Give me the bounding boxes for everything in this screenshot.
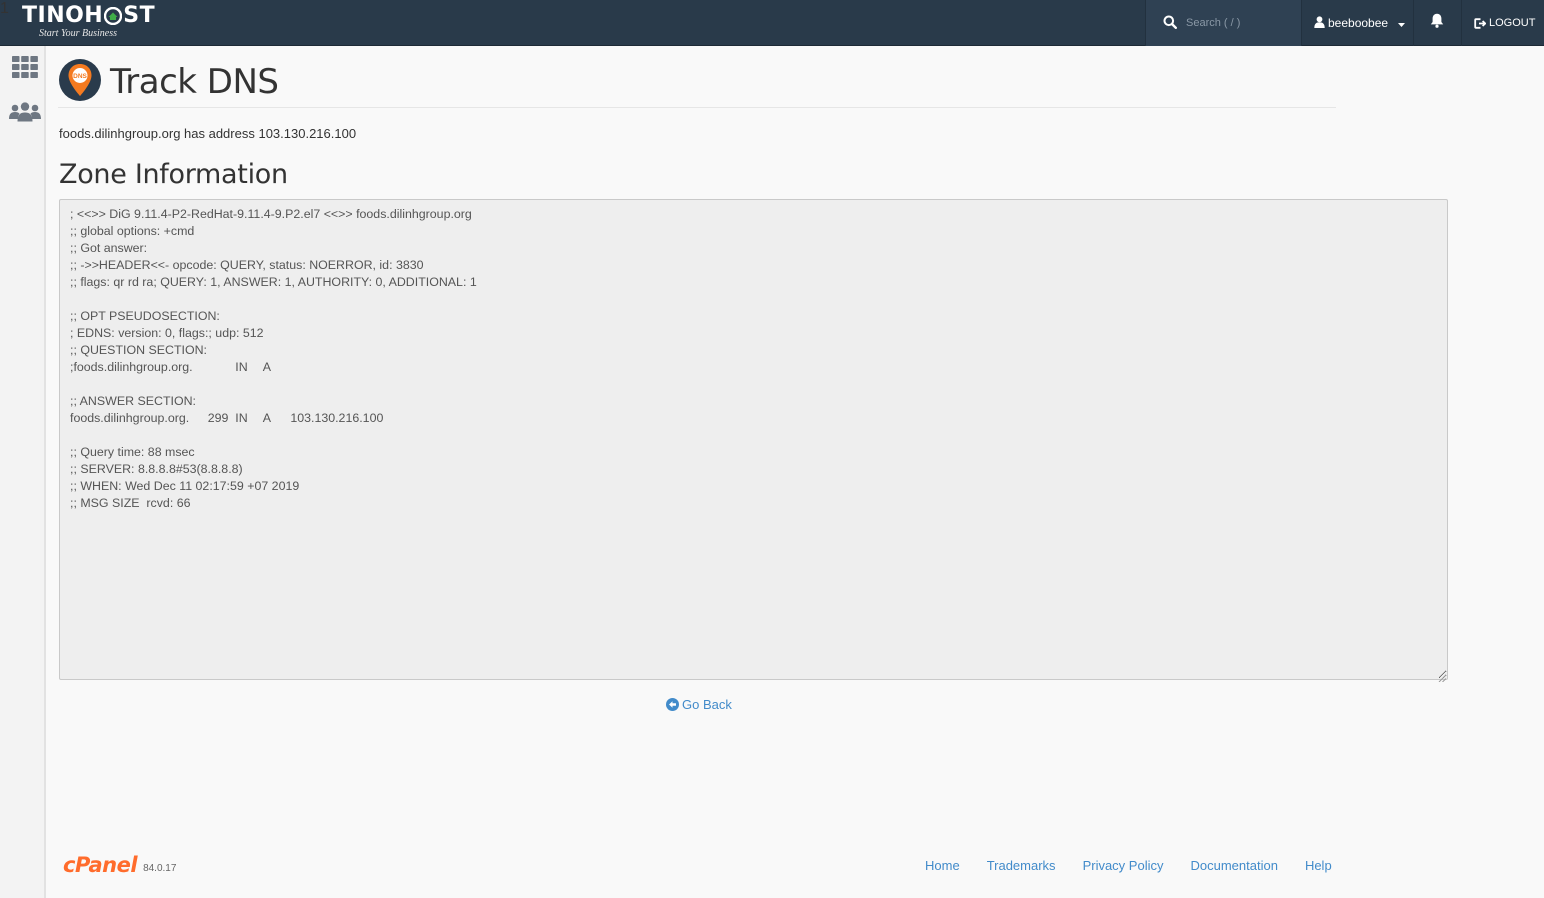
footer-link-privacy-policy[interactable]: Privacy Policy [1083, 858, 1164, 873]
footer-link-documentation[interactable]: Documentation [1190, 858, 1277, 873]
go-back-label: Go Back [682, 697, 732, 712]
footer-link-help[interactable]: Help [1305, 858, 1332, 873]
dns-result-line: foods.dilinhgroup.org has address 103.13… [59, 126, 357, 141]
brand-tagline: Start Your Business [39, 28, 117, 39]
logout-label: LOGOUT [1489, 17, 1536, 29]
logout-icon [1474, 17, 1486, 29]
page-header: DNS Track DNS [58, 56, 1336, 108]
brand-name: TINOH ST [22, 4, 155, 28]
sidebar [0, 46, 46, 898]
top-navbar: TINOH ST Start Your Business Search (/ … [0, 0, 1544, 46]
dns-icon-label: DNS [73, 73, 87, 80]
footer-links: Home Trademarks Privacy Policy Documenta… [925, 858, 1359, 873]
dns-location-icon: DNS [58, 58, 102, 109]
arrow-circle-left-icon [666, 698, 679, 711]
username: beeboobee [1328, 16, 1389, 30]
page-title: Track DNS [110, 62, 279, 102]
cpanel-wordmark: cPanel [63, 853, 138, 877]
brand-name-left: TINOH [22, 3, 104, 28]
zone-info-textarea[interactable]: ; <<>> DiG 9.11.4-P2-RedHat-9.11.4-9.P2.… [59, 199, 1448, 680]
users-icon[interactable] [9, 102, 41, 127]
search-icon [1163, 15, 1178, 34]
user-menu[interactable]: beeboobee [1302, 0, 1414, 46]
cpanel-version: 84.0.17 [143, 863, 177, 874]
go-back-link[interactable]: Go Back [666, 697, 732, 712]
brand-logo[interactable]: TINOH ST Start Your Business [22, 4, 155, 40]
bell-icon [1430, 13, 1444, 33]
footer-link-trademarks[interactable]: Trademarks [987, 858, 1056, 873]
caret-down-icon [1398, 16, 1406, 30]
grid-icon[interactable] [12, 56, 38, 83]
cpanel-logo[interactable]: cPanel 84.0.17 [63, 853, 176, 877]
brand-name-right: ST [123, 3, 156, 28]
house-icon [104, 6, 123, 26]
search-box[interactable] [1145, 0, 1302, 46]
notifications-button[interactable] [1414, 0, 1462, 46]
zone-info-title: Zone Information [59, 159, 288, 190]
footer-link-home[interactable]: Home [925, 858, 960, 873]
logout-button[interactable]: LOGOUT [1474, 0, 1535, 46]
search-input[interactable] [1186, 14, 1296, 32]
user-icon [1314, 15, 1325, 31]
resize-handle-icon[interactable] [1438, 669, 1447, 683]
notification-badge: 1 [0, 0, 9, 17]
